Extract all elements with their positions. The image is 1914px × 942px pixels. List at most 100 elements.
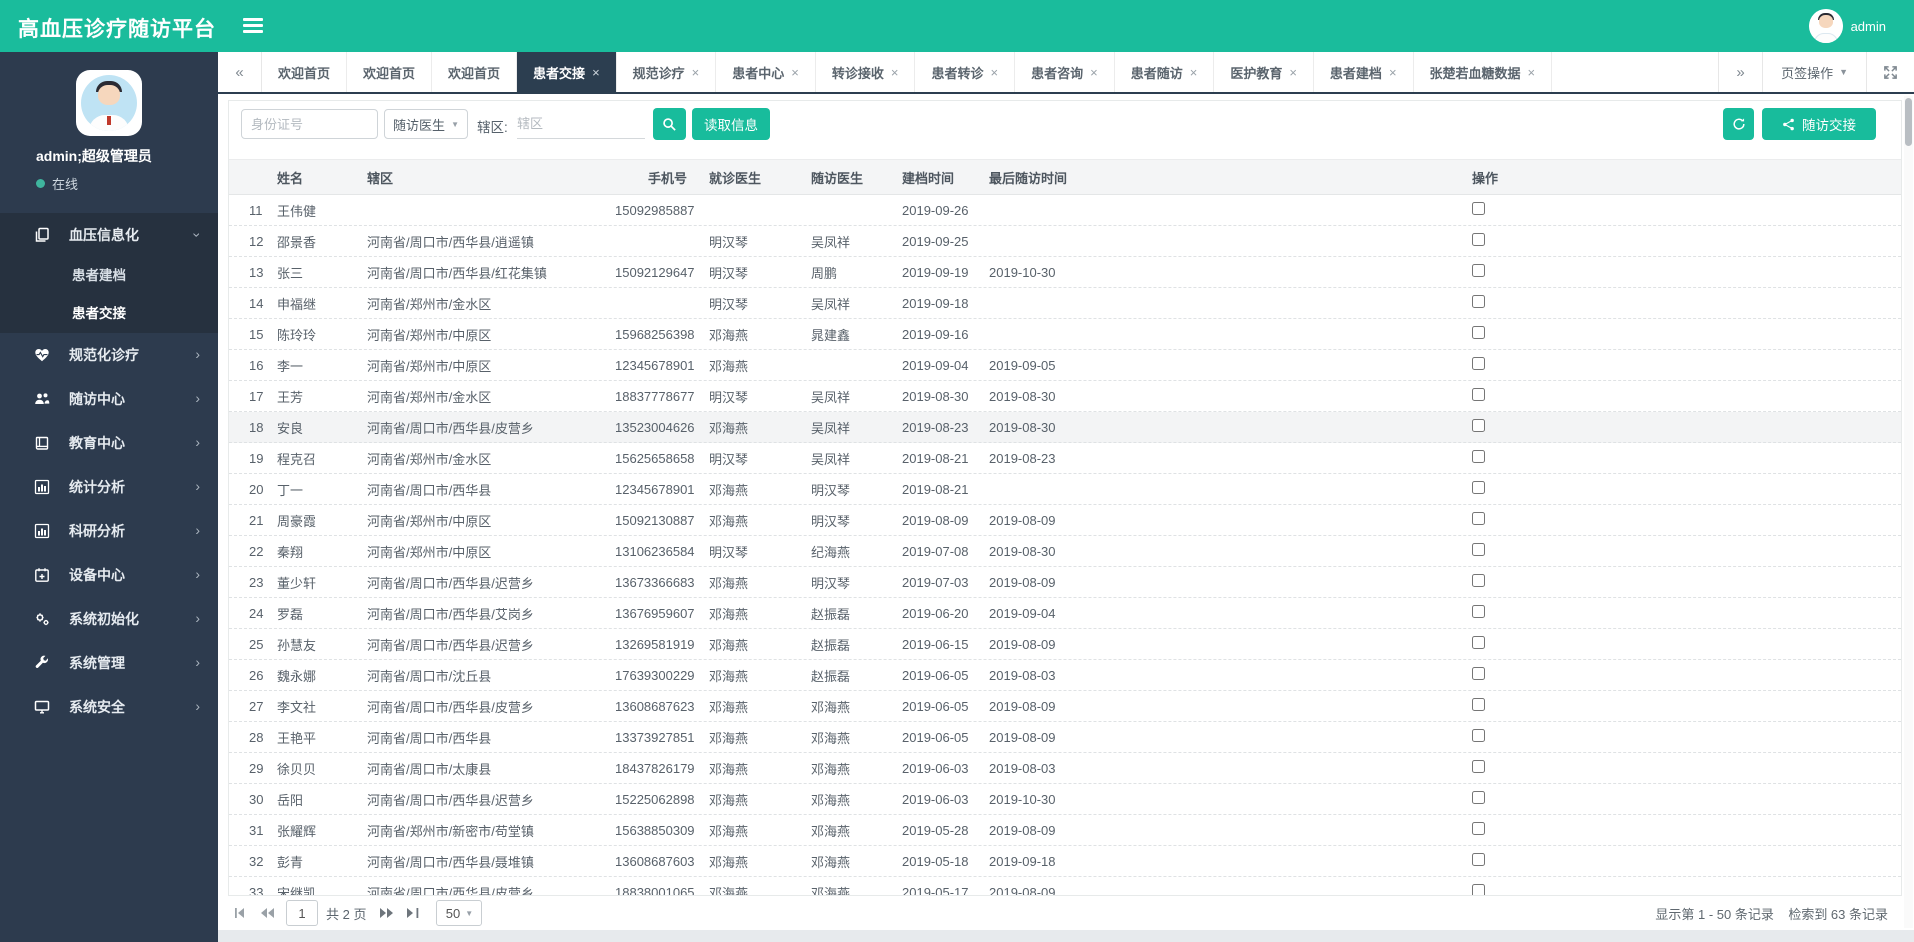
tab-close-icon[interactable]: × [991, 65, 999, 80]
first-page-button[interactable] [228, 900, 254, 926]
next-page-button[interactable] [374, 900, 400, 926]
table-row[interactable]: 17 王芳 河南省/郑州市/金水区 18837778677 明汉琴 吴凤祥 20… [229, 381, 1901, 412]
table-row[interactable]: 26 魏永娜 河南省/周口市/沈丘县 17639300229 邓海燕 赵振磊 2… [229, 660, 1901, 691]
tab-close-icon[interactable]: × [1289, 65, 1297, 80]
tab-close-icon[interactable]: × [692, 65, 700, 80]
row-checkbox[interactable] [1472, 233, 1485, 246]
refresh-button[interactable] [1723, 108, 1754, 140]
row-checkbox[interactable] [1472, 357, 1485, 370]
fullscreen-button[interactable] [1866, 52, 1914, 92]
row-checkbox[interactable] [1472, 512, 1485, 525]
row-checkbox[interactable] [1472, 388, 1485, 401]
tab[interactable]: 医护教育 × [1214, 52, 1314, 92]
row-checkbox[interactable] [1472, 450, 1485, 463]
row-checkbox[interactable] [1472, 729, 1485, 742]
hamburger-menu-icon[interactable] [243, 18, 263, 34]
sidebar-menu-item[interactable]: 随访中心 › [0, 377, 218, 421]
tab[interactable]: 张楚若血糖数据 × [1413, 52, 1553, 92]
table-row[interactable]: 14 申福继 河南省/郑州市/金水区 明汉琴 吴凤祥 2019-09-18 [229, 288, 1901, 319]
sidebar-menu-item[interactable]: 科研分析 › [0, 509, 218, 553]
table-row[interactable]: 20 丁一 河南省/周口市/西华县 12345678901 邓海燕 明汉琴 20… [229, 474, 1901, 505]
row-checkbox[interactable] [1472, 667, 1485, 680]
row-checkbox[interactable] [1472, 636, 1485, 649]
table-row[interactable]: 18 安良 河南省/周口市/西华县/皮营乡 13523004626 邓海燕 吴凤… [229, 412, 1901, 443]
tab-close-icon[interactable]: × [891, 65, 899, 80]
row-checkbox[interactable] [1472, 853, 1485, 866]
sidebar-menu-item[interactable]: 血压信息化 › [0, 213, 218, 257]
search-button[interactable] [653, 108, 686, 140]
header-user[interactable]: admin [1808, 8, 1886, 44]
table-row[interactable]: 24 罗磊 河南省/周口市/西华县/艾岗乡 13676959607 邓海燕 赵振… [229, 598, 1901, 629]
sidebar-menu-item[interactable]: 规范化诊疗 › [0, 333, 218, 377]
row-checkbox[interactable] [1472, 791, 1485, 804]
row-checkbox[interactable] [1472, 264, 1485, 277]
row-checkbox[interactable] [1472, 481, 1485, 494]
row-checkbox[interactable] [1472, 326, 1485, 339]
sidebar-menu-item[interactable]: 设备中心 › [0, 553, 218, 597]
tab-close-icon[interactable]: × [1528, 65, 1536, 80]
page-size-select[interactable]: 50 ▼ [436, 900, 483, 926]
row-checkbox[interactable] [1472, 543, 1485, 556]
tab[interactable]: 规范诊疗 × [616, 52, 717, 92]
table-row[interactable]: 33 宋继凯 河南省/周口市/西华县/皮营乡 18838001065 邓海燕 邓… [229, 877, 1901, 895]
table-row[interactable]: 25 孙慧友 河南省/周口市/西华县/迟营乡 13269581919 邓海燕 赵… [229, 629, 1901, 660]
table-row[interactable]: 16 李一 河南省/郑州市/中原区 12345678901 邓海燕 2019-0… [229, 350, 1901, 381]
tab-operations-dropdown[interactable]: 页签操作 ▼ [1762, 52, 1866, 92]
table-row[interactable]: 27 李文社 河南省/周口市/西华县/皮营乡 13608687623 邓海燕 邓… [229, 691, 1901, 722]
row-checkbox[interactable] [1472, 760, 1485, 773]
tab[interactable]: 转诊接收 × [815, 52, 916, 92]
row-checkbox[interactable] [1472, 295, 1485, 308]
tab-close-icon[interactable]: × [1090, 65, 1098, 80]
table-row[interactable]: 15 陈玲玲 河南省/郑州市/中原区 15968256398 邓海燕 晁建鑫 2… [229, 319, 1901, 350]
table-row[interactable]: 19 程克召 河南省/郑州市/金水区 15625658658 明汉琴 吴凤祥 2… [229, 443, 1901, 474]
row-checkbox[interactable] [1472, 605, 1485, 618]
sidebar-submenu-item[interactable]: 患者交接 [0, 295, 218, 333]
sidebar-menu-item[interactable]: 统计分析 › [0, 465, 218, 509]
sidebar-menu-item[interactable]: 教育中心 › [0, 421, 218, 465]
tabs-scroll-left-button[interactable]: « [218, 52, 262, 92]
sidebar-menu-item[interactable]: 系统管理 › [0, 641, 218, 685]
row-checkbox[interactable] [1472, 419, 1485, 432]
sidebar-menu-item[interactable]: 系统安全 › [0, 685, 218, 729]
row-checkbox[interactable] [1472, 202, 1485, 215]
row-checkbox[interactable] [1472, 884, 1485, 895]
row-checkbox[interactable] [1472, 698, 1485, 711]
table-row[interactable]: 30 岳阳 河南省/周口市/西华县/迟营乡 15225062898 邓海燕 邓海… [229, 784, 1901, 815]
sidebar-menu-item[interactable]: 系统初始化 › [0, 597, 218, 641]
read-info-button[interactable]: 读取信息 [692, 108, 770, 140]
page-number-input[interactable] [286, 900, 318, 926]
table-row[interactable]: 29 徐贝贝 河南省/周口市/太康县 18437826179 邓海燕 邓海燕 2… [229, 753, 1901, 784]
table-row[interactable]: 21 周豪霞 河南省/郑州市/中原区 15092130887 邓海燕 明汉琴 2… [229, 505, 1901, 536]
tab[interactable]: 患者随访 × [1114, 52, 1215, 92]
table-row[interactable]: 23 董少轩 河南省/周口市/西华县/迟营乡 13673366683 邓海燕 明… [229, 567, 1901, 598]
table-row[interactable]: 22 秦翔 河南省/郑州市/中原区 13106236584 明汉琴 纪海燕 20… [229, 536, 1901, 567]
tab[interactable]: 欢迎首页 [262, 52, 348, 92]
tab[interactable]: 患者建档 × [1313, 52, 1414, 92]
tab-close-icon[interactable]: × [1389, 65, 1397, 80]
tab-close-icon[interactable]: × [1190, 65, 1198, 80]
table-row[interactable]: 28 王艳平 河南省/周口市/西华县 13373927851 邓海燕 邓海燕 2… [229, 722, 1901, 753]
vertical-scrollbar[interactable] [1904, 96, 1913, 928]
table-row[interactable]: 11 王伟健 15092985887 2019-09-26 [229, 195, 1901, 226]
last-page-button[interactable] [400, 900, 426, 926]
table-row[interactable]: 12 邵景香 河南省/周口市/西华县/逍遥镇 明汉琴 吴凤祥 2019-09-2… [229, 226, 1901, 257]
follow-handover-button[interactable]: 随访交接 [1762, 108, 1876, 140]
tabs-scroll-right-button[interactable]: » [1718, 52, 1763, 92]
tab-close-icon[interactable]: × [791, 65, 799, 80]
tab[interactable]: 患者中心 × [716, 52, 816, 92]
tab-close-icon[interactable]: × [592, 65, 600, 80]
tab[interactable]: 患者交接 × [517, 52, 617, 92]
id-card-input[interactable] [241, 109, 378, 139]
tab[interactable]: 患者咨询 × [1015, 52, 1115, 92]
table-row[interactable]: 13 张三 河南省/周口市/西华县/红花集镇 15092129647 明汉琴 周… [229, 257, 1901, 288]
sidebar-submenu-item[interactable]: 患者建档 [0, 257, 218, 295]
scrollbar-thumb[interactable] [1905, 98, 1912, 146]
row-checkbox[interactable] [1472, 574, 1485, 587]
region-input[interactable] [517, 109, 645, 139]
tab[interactable]: 欢迎首页 [432, 52, 518, 92]
doctor-filter-select[interactable]: 随访医生 ▼ [384, 109, 468, 139]
row-checkbox[interactable] [1472, 822, 1485, 835]
tab[interactable]: 欢迎首页 [347, 52, 433, 92]
table-row[interactable]: 31 张耀辉 河南省/郑州市/新密市/苟堂镇 15638850309 邓海燕 邓… [229, 815, 1901, 846]
prev-page-button[interactable] [254, 900, 280, 926]
